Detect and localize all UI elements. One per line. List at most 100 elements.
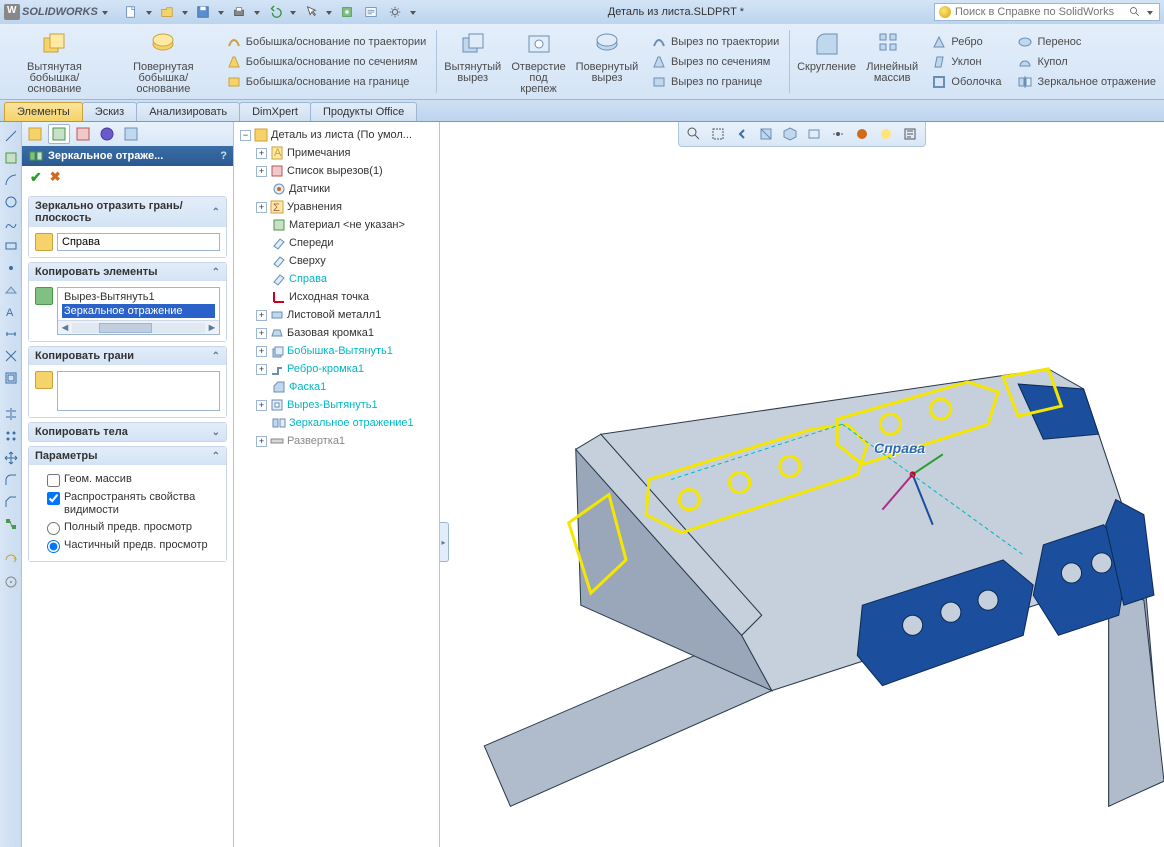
tree-item[interactable]: +Бобышка-Вытянуть1 xyxy=(236,342,437,360)
expand-icon[interactable]: + xyxy=(256,166,267,177)
pm-tab-config[interactable] xyxy=(72,124,94,144)
chamfer-sketch-icon[interactable] xyxy=(3,494,19,510)
app-logo[interactable]: SOLIDWORKS xyxy=(4,4,110,20)
pm-tab-property[interactable] xyxy=(48,124,70,144)
tree-item[interactable]: +ΣУравнения xyxy=(236,198,437,216)
tab-features[interactable]: Элементы xyxy=(4,102,83,121)
graphics-viewport[interactable]: ▸ xyxy=(440,122,1164,847)
tree-item[interactable]: +Базовая кромка1 xyxy=(236,324,437,342)
tree-item[interactable]: +AПримечания xyxy=(236,144,437,162)
feature-tree[interactable]: − Деталь из листа (По умол... +AПримечан… xyxy=(234,122,439,454)
swept-cut-button[interactable]: Вырез по траектории xyxy=(647,32,783,52)
options-button[interactable] xyxy=(360,2,382,22)
trim-tool-icon[interactable] xyxy=(3,348,19,364)
revolved-boss-button[interactable]: Повернутая бобышка/основание xyxy=(109,24,218,99)
relations-icon[interactable] xyxy=(3,516,19,532)
features-listbox[interactable]: Вырез-Вытянуть1 Зеркальное отражение ◄► xyxy=(57,287,220,335)
rect-tool-icon[interactable] xyxy=(3,238,19,254)
expand-icon[interactable]: + xyxy=(256,148,267,159)
rebuild-button[interactable] xyxy=(336,2,358,22)
quick-snap-icon[interactable] xyxy=(3,574,19,590)
face-tool-icon[interactable] xyxy=(3,150,19,166)
extruded-cut-button[interactable]: Вытянутый вырез xyxy=(439,24,506,99)
revolved-cut-button[interactable]: Повернутый вырез xyxy=(571,24,643,99)
expand-icon[interactable]: + xyxy=(256,310,267,321)
tree-item[interactable]: +Вырез-Вытянуть1 xyxy=(236,396,437,414)
tree-item[interactable]: Материал <не указан> xyxy=(236,216,437,234)
lofted-cut-button[interactable]: Вырез по сечениям xyxy=(647,52,783,72)
app-menu-arrow-icon[interactable] xyxy=(100,5,110,19)
expand-icon[interactable]: + xyxy=(256,328,267,339)
open-dropdown-icon[interactable] xyxy=(180,5,190,19)
select-button[interactable] xyxy=(300,2,322,22)
arc-tool-icon[interactable] xyxy=(3,172,19,188)
pm-cancel-button[interactable]: ✖ xyxy=(50,169,61,185)
save-button[interactable] xyxy=(192,2,214,22)
pm-tab-feature[interactable] xyxy=(24,124,46,144)
point-tool-icon[interactable] xyxy=(3,260,19,276)
propagate-checkbox[interactable] xyxy=(47,492,60,505)
boundary-cut-button[interactable]: Вырез по границе xyxy=(647,72,783,92)
tree-item[interactable]: Датчики xyxy=(236,180,437,198)
settings-button[interactable] xyxy=(384,2,406,22)
mirror-button[interactable]: Зеркальное отражение xyxy=(1013,72,1160,92)
swept-boss-button[interactable]: Бобышка/основание по траектории xyxy=(222,32,431,52)
line-tool-icon[interactable] xyxy=(3,128,19,144)
open-button[interactable] xyxy=(156,2,178,22)
mirror-face-input[interactable] xyxy=(57,233,220,251)
full-preview-radio[interactable] xyxy=(47,522,60,535)
tab-office[interactable]: Продукты Office xyxy=(310,102,417,121)
convert-icon[interactable] xyxy=(3,552,19,568)
tree-item[interactable]: Фаска1 xyxy=(236,378,437,396)
faces-listbox[interactable] xyxy=(57,371,220,411)
fillet-sketch-icon[interactable] xyxy=(3,472,19,488)
new-dropdown-icon[interactable] xyxy=(144,5,154,19)
expand-icon[interactable]: + xyxy=(256,364,267,375)
partial-preview-radio[interactable] xyxy=(47,540,60,553)
help-search[interactable] xyxy=(934,3,1160,21)
plane-tool-icon[interactable] xyxy=(3,282,19,298)
search-dropdown-icon[interactable] xyxy=(1145,5,1155,19)
expand-icon[interactable]: + xyxy=(256,202,267,213)
wrap-button[interactable]: Перенос xyxy=(1013,32,1160,52)
tree-item[interactable]: +Ребро-кромка1 xyxy=(236,360,437,378)
spline-tool-icon[interactable] xyxy=(3,216,19,232)
tab-sketch[interactable]: Эскиз xyxy=(82,102,137,121)
expand-icon[interactable]: − xyxy=(240,130,251,141)
linear-pattern-button[interactable]: Линейный массив xyxy=(861,24,923,99)
tab-evaluate[interactable]: Анализировать xyxy=(136,102,240,121)
print-dropdown-icon[interactable] xyxy=(252,5,262,19)
search-icon[interactable] xyxy=(1129,6,1141,18)
pm-tab-display[interactable] xyxy=(120,124,142,144)
help-search-input[interactable] xyxy=(955,5,1125,19)
pm-ok-button[interactable]: ✔ xyxy=(30,169,42,186)
tree-item[interactable]: Спереди xyxy=(236,234,437,252)
new-button[interactable] xyxy=(120,2,142,22)
lofted-boss-button[interactable]: Бобышка/основание по сечениям xyxy=(222,52,431,72)
settings-dropdown-icon[interactable] xyxy=(408,5,418,19)
tree-item[interactable]: Справа xyxy=(236,270,437,288)
tree-item[interactable]: Исходная точка xyxy=(236,288,437,306)
expand-icon[interactable]: + xyxy=(256,346,267,357)
boundary-boss-button[interactable]: Бобышка/основание на границе xyxy=(222,72,431,92)
pm-help-icon[interactable]: ? xyxy=(220,150,227,162)
shell-button[interactable]: Оболочка xyxy=(927,72,1005,92)
tree-item[interactable]: Зеркальное отражение1 xyxy=(236,414,437,432)
mirror-tool-icon[interactable] xyxy=(3,406,19,422)
dome-button[interactable]: Купол xyxy=(1013,52,1160,72)
tab-dimxpert[interactable]: DimXpert xyxy=(239,102,311,121)
tree-item[interactable]: +Листовой металл1 xyxy=(236,306,437,324)
tree-item[interactable]: +Развертка1 xyxy=(236,432,437,450)
circle-tool-icon[interactable] xyxy=(3,194,19,210)
extruded-boss-button[interactable]: Вытянутая бобышка/основание xyxy=(0,24,109,99)
pattern-tool-icon[interactable] xyxy=(3,428,19,444)
undo-dropdown-icon[interactable] xyxy=(288,5,298,19)
print-button[interactable] xyxy=(228,2,250,22)
dim-tool-icon[interactable] xyxy=(3,326,19,342)
text-tool-icon[interactable]: A xyxy=(3,304,19,320)
listbox-scrollbar[interactable]: ◄► xyxy=(58,320,219,334)
undo-button[interactable] xyxy=(264,2,286,22)
draft-button[interactable]: Уклон xyxy=(927,52,1005,72)
select-dropdown-icon[interactable] xyxy=(324,5,334,19)
tree-item[interactable]: +Список вырезов(1) xyxy=(236,162,437,180)
